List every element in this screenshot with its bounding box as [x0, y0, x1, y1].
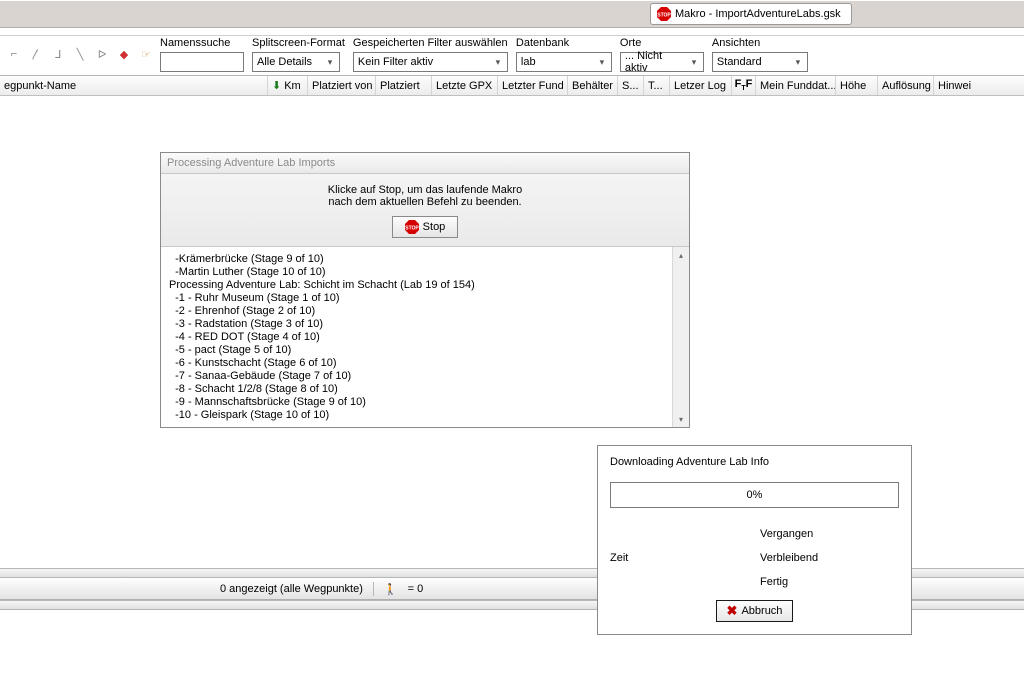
splitscreen-select[interactable]: Alle Details ▾ [252, 52, 340, 72]
scroll-up-icon[interactable]: ▴ [673, 247, 689, 263]
col-letzte-gpx[interactable]: Letzte GPX [432, 76, 498, 95]
processing-dialog-header: Klicke auf Stop, um das laufende Makro n… [161, 174, 689, 247]
fertig-label: Fertig [760, 570, 899, 594]
time-grid: Zeit Vergangen Verbleibend Fertig [610, 522, 899, 594]
toolbar-icon-4[interactable]: ╲ [72, 46, 88, 62]
col-letzter-fund[interactable]: Letzter Fund [498, 76, 568, 95]
content-area: Processing Adventure Lab Imports Klicke … [0, 96, 1024, 568]
col-t[interactable]: T... [644, 76, 670, 95]
stop-icon: STOP [657, 7, 671, 21]
person-icon: 🚶 [384, 583, 398, 596]
col-aufloesung[interactable]: Auflösung [878, 76, 934, 95]
col-wegpunkt-name[interactable]: egpunkt-Name [0, 76, 268, 95]
filter-select[interactable]: Kein Filter aktiv ▾ [353, 52, 508, 72]
orte-label: Orte [620, 37, 704, 50]
col-hoehe[interactable]: Höhe [836, 76, 878, 95]
filter-label: Gespeicherten Filter auswählen [353, 37, 508, 50]
col-letzer-log[interactable]: Letzer Log [670, 76, 732, 95]
ansichten-select[interactable]: Standard ▾ [712, 52, 808, 72]
toolbar-icon-2[interactable]: 〳 [28, 46, 44, 62]
stop-button-label: Stop [423, 221, 446, 233]
filter-group: Gespeicherten Filter auswählen Kein Filt… [353, 37, 508, 72]
datenbank-select[interactable]: lab ▾ [516, 52, 612, 72]
col-ftf-icon[interactable]: FTF [732, 76, 756, 95]
download-dialog: Downloading Adventure Lab Info 0% Zeit V… [597, 445, 912, 635]
stop-icon: STOP [405, 220, 419, 234]
chevron-down-icon: ▾ [323, 55, 337, 69]
col-behaelter[interactable]: Behälter [568, 76, 618, 95]
chevron-down-icon: ▾ [791, 55, 805, 69]
orte-value: ... Nicht aktiv [625, 50, 687, 74]
toolbar-icon-5[interactable]: ᐅ [94, 46, 110, 62]
col-s[interactable]: S... [618, 76, 644, 95]
x-icon: ✖ [727, 603, 738, 619]
namensuche-label: Namenssuche [160, 37, 244, 50]
abbruch-button[interactable]: ✖ Abbruch [716, 600, 794, 622]
datenbank-label: Datenbank [516, 37, 612, 50]
col-platziert[interactable]: Platziert [376, 76, 432, 95]
column-header-row: egpunkt-Name ⬇ Km Platziert von Platzier… [0, 76, 1024, 96]
scroll-down-icon[interactable]: ▾ [673, 411, 689, 427]
namensuche-input[interactable] [160, 52, 244, 72]
processing-log: -Krämerbrücke (Stage 9 of 10) -Martin Lu… [161, 247, 689, 427]
log-scrollbar[interactable]: ▴ ▾ [672, 247, 689, 427]
splitscreen-label: Splitscreen-Format [252, 37, 345, 50]
chevron-down-icon: ▾ [491, 55, 505, 69]
sort-down-icon: ⬇ [272, 79, 281, 92]
namensuche-group: Namenssuche [160, 37, 244, 72]
splitscreen-group: Splitscreen-Format Alle Details ▾ [252, 37, 345, 72]
macro-title-tab: STOP Makro - ImportAdventureLabs.gsk [650, 3, 852, 25]
filter-value: Kein Filter aktiv [358, 56, 433, 68]
col-hinweis[interactable]: Hinwei [934, 76, 1024, 95]
toolbar-icon-3[interactable]: ᒧ [50, 46, 66, 62]
datenbank-group: Datenbank lab ▾ [516, 37, 612, 72]
splitscreen-value: Alle Details [257, 56, 312, 68]
ansichten-label: Ansichten [712, 37, 808, 50]
toolbar-icon-group: ⌐ 〳 ᒧ ╲ ᐅ ◆ ☞ [0, 36, 160, 72]
processing-dialog-title: Processing Adventure Lab Imports [161, 153, 689, 174]
orte-select[interactable]: ... Nicht aktiv ▾ [620, 52, 704, 72]
hand-icon[interactable]: ☞ [138, 46, 154, 62]
toolbar-icon-1[interactable]: ⌐ [6, 46, 22, 62]
progress-text: 0% [747, 489, 763, 501]
stop-button[interactable]: STOP Stop [392, 216, 459, 238]
svg-text:STOP: STOP [657, 13, 671, 19]
vergangen-label: Vergangen [760, 522, 899, 546]
ansichten-value: Standard [717, 56, 762, 68]
abbruch-label: Abbruch [741, 605, 782, 617]
status-person-text: = 0 [408, 583, 424, 595]
chevron-down-icon: ▾ [687, 55, 701, 69]
verbleibend-label: Verbleibend [760, 546, 899, 570]
macro-title-text: Makro - ImportAdventureLabs.gsk [675, 8, 841, 20]
processing-hint-1: Klicke auf Stop, um das laufende Makro [167, 184, 683, 196]
processing-dialog: Processing Adventure Lab Imports Klicke … [160, 152, 690, 428]
window-titlebar: STOP Makro - ImportAdventureLabs.gsk [0, 0, 1024, 28]
divider-strip [0, 28, 1024, 36]
eraser-icon[interactable]: ◆ [116, 46, 132, 62]
status-sep [373, 582, 374, 596]
col-km[interactable]: ⬇ Km [268, 76, 308, 95]
status-count: 0 angezeigt (alle Wegpunkte) [220, 583, 363, 595]
svg-text:STOP: STOP [405, 226, 419, 232]
col-platziert-von[interactable]: Platziert von [308, 76, 376, 95]
progress-bar: 0% [610, 482, 899, 508]
ftf-icon: FTF [735, 78, 753, 92]
col-mein-funddat[interactable]: Mein Funddat... [756, 76, 836, 95]
orte-group: Orte ... Nicht aktiv ▾ [620, 37, 704, 72]
ansichten-group: Ansichten Standard ▾ [712, 37, 808, 72]
zeit-label: Zeit [610, 552, 760, 564]
processing-hint-2: nach dem aktuellen Befehl zu beenden. [167, 196, 683, 208]
toolbar: ⌐ 〳 ᒧ ╲ ᐅ ◆ ☞ Namenssuche Splitscreen-Fo… [0, 36, 1024, 76]
download-dialog-title: Downloading Adventure Lab Info [610, 456, 899, 468]
chevron-down-icon: ▾ [595, 55, 609, 69]
datenbank-value: lab [521, 56, 536, 68]
